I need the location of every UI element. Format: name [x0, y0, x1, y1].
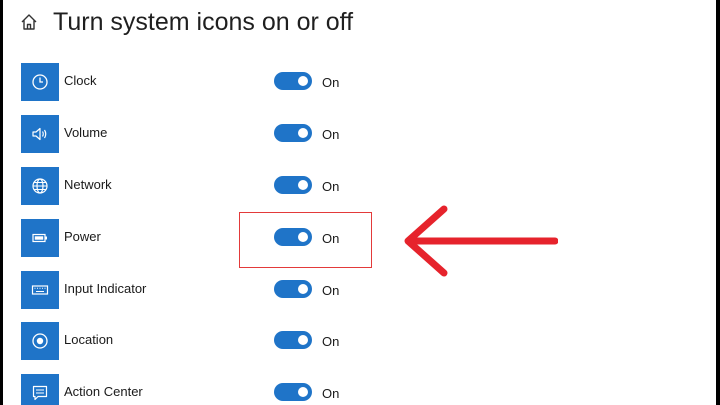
- setting-row-volume: Volume On: [21, 115, 701, 153]
- toggle-state: On: [322, 283, 340, 298]
- volume-toggle[interactable]: [274, 124, 312, 142]
- input-indicator-icon: [31, 285, 49, 295]
- power-tile: [21, 219, 59, 257]
- setting-label: Volume: [64, 125, 108, 140]
- red-arrow-icon: [404, 205, 558, 277]
- toggle-state: On: [322, 334, 340, 349]
- setting-label: Action Center: [64, 384, 143, 399]
- location-tile: [21, 322, 59, 360]
- setting-label: Network: [64, 177, 112, 192]
- highlight-box: [239, 212, 372, 268]
- input-indicator-toggle[interactable]: [274, 280, 312, 298]
- location-icon: [32, 333, 48, 349]
- setting-label: Location: [64, 332, 114, 347]
- toggle-state: On: [322, 75, 340, 90]
- clock-toggle[interactable]: [274, 72, 312, 90]
- action-center-tile: [21, 374, 59, 405]
- toggle-knob: [298, 335, 308, 345]
- setting-row-action-center: Action Center On: [21, 374, 701, 405]
- clock-icon: [32, 74, 48, 90]
- header: Turn system icons on or off: [19, 6, 353, 38]
- toggle-knob: [298, 76, 308, 86]
- setting-label: Input Indicator: [64, 281, 147, 296]
- home-icon[interactable]: [19, 12, 39, 32]
- action-center-toggle[interactable]: [274, 383, 312, 401]
- toggle-state: On: [322, 386, 340, 401]
- toggle-state: On: [322, 179, 340, 194]
- input-indicator-tile: [21, 271, 59, 309]
- settings-window: Turn system icons on or off Clock On Vol…: [3, 0, 716, 405]
- page-title: Turn system icons on or off: [53, 7, 354, 36]
- setting-row-input-indicator: Input Indicator On: [21, 271, 701, 309]
- toggle-knob: [298, 128, 308, 138]
- setting-row-network: Network On: [21, 167, 701, 205]
- setting-row-location: Location On: [21, 322, 701, 360]
- toggle-state: On: [322, 127, 340, 142]
- clock-tile: [21, 63, 59, 101]
- network-tile: [21, 167, 59, 205]
- action-center-icon: [32, 385, 48, 401]
- location-toggle[interactable]: [274, 331, 312, 349]
- toggle-knob: [298, 387, 308, 397]
- setting-label: Clock: [64, 73, 97, 88]
- toggle-knob: [298, 284, 308, 294]
- network-icon: [32, 178, 48, 194]
- setting-row-clock: Clock On: [21, 63, 701, 101]
- volume-icon: [32, 127, 47, 141]
- volume-tile: [21, 115, 59, 153]
- power-icon: [32, 233, 47, 243]
- toggle-knob: [298, 180, 308, 190]
- setting-label: Power: [64, 229, 101, 244]
- network-toggle[interactable]: [274, 176, 312, 194]
